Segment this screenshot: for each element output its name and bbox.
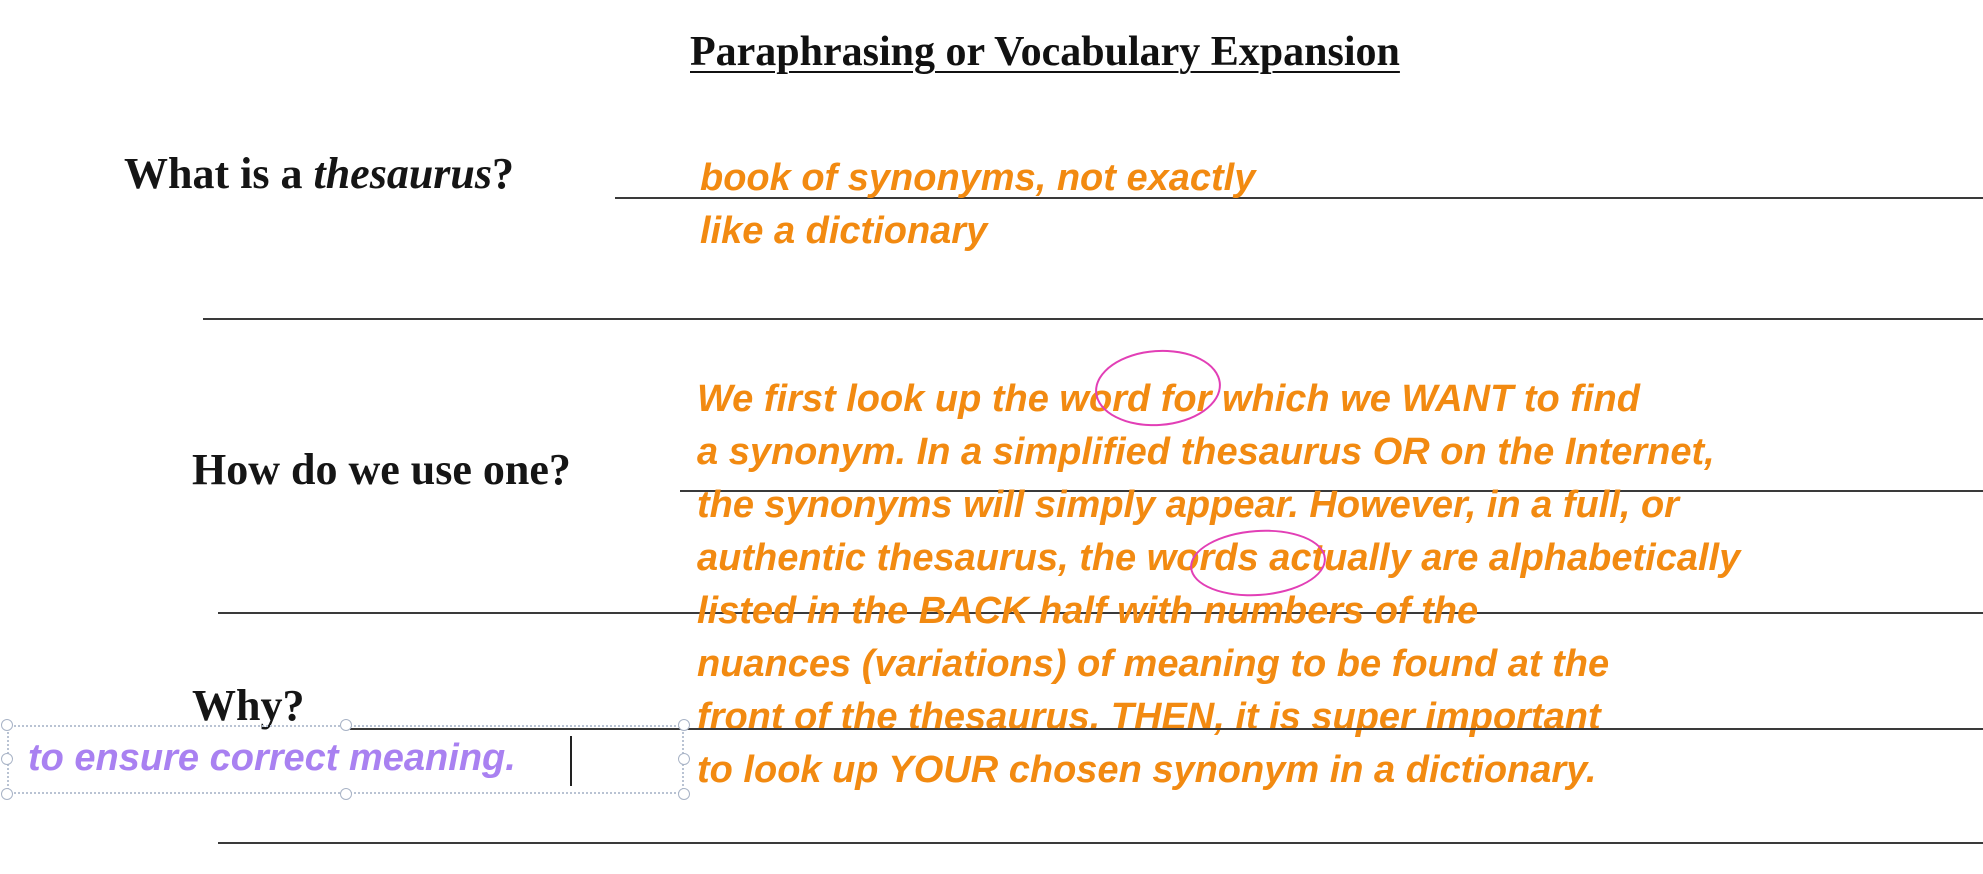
question-thesaurus-suffix: ? [492,149,515,198]
question-thesaurus: What is a thesaurus? [124,148,514,199]
question-how-use: How do we use one? [192,445,571,494]
answer-how-use-line: the synonyms will simply appear. However… [697,484,1679,526]
question-thesaurus-italic: thesaurus [313,149,493,198]
answer-how-use-line: nuances (variations) of meaning to be fo… [697,643,1610,685]
question-why: Why? [192,681,305,730]
answer-how-use-line: to look up YOUR chosen synonym in a dict… [697,749,1597,791]
answer-thesaurus-line: book of synonyms, not exactly [700,157,1256,199]
resize-handle-middle-right[interactable] [678,753,690,765]
resize-handle-middle-left[interactable] [1,753,13,765]
answer-how-use-line: front of the thesaurus. THEN, it is supe… [697,696,1601,738]
answer-line-2 [203,318,1983,320]
worksheet-title: Paraphrasing or Vocabulary Expansion [690,29,1400,75]
answer-thesaurus: book of synonyms, not exactly like a dic… [700,152,1255,258]
resize-handle-top-left[interactable] [1,719,13,731]
resize-handle-bottom-left[interactable] [1,788,13,800]
answer-why-text[interactable]: to ensure correct meaning. [28,737,516,780]
answer-how-use-line: listed in the BACK half with numbers of … [697,590,1479,632]
answer-how-use-line: a synonym. In a simplified thesaurus OR … [697,431,1715,473]
text-cursor [570,736,572,786]
resize-handle-top-middle[interactable] [340,719,352,731]
resize-handle-bottom-middle[interactable] [340,788,352,800]
answer-thesaurus-line: like a dictionary [700,210,988,252]
worksheet-canvas: Paraphrasing or Vocabulary Expansion Wha… [0,0,1983,874]
answer-line-6 [218,842,1983,844]
resize-handle-top-right[interactable] [678,719,690,731]
question-thesaurus-prefix: What is a [124,149,314,198]
resize-handle-bottom-right[interactable] [678,788,690,800]
